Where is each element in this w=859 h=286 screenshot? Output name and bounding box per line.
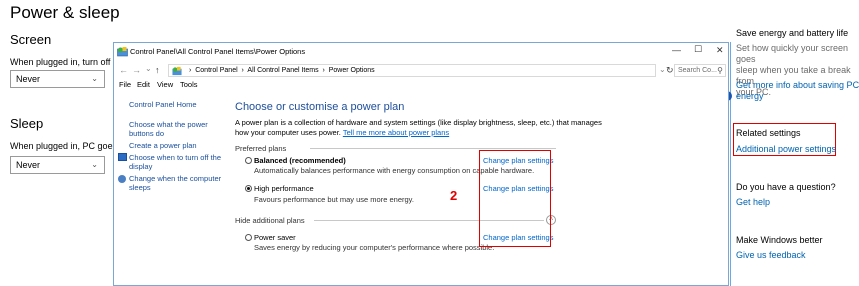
plan-name-power-saver: Power saver: [254, 233, 296, 242]
monitor-icon: [118, 153, 127, 161]
page-heading: Choose or customise a power plan: [235, 101, 405, 113]
more-info-link-line[interactable]: energy: [736, 91, 859, 102]
sidebar-item-home[interactable]: Control Panel Home: [129, 100, 197, 109]
minimize-icon[interactable]: —: [672, 45, 681, 55]
address-row: ← → ⌄ ↑ › Control Panel › All Control Pa…: [114, 62, 728, 79]
change-plan-highlight: [479, 150, 551, 247]
question-heading: Do you have a question?: [736, 182, 836, 192]
sidebar-item-label: display: [129, 162, 153, 171]
radio-balanced[interactable]: [245, 157, 252, 164]
up-arrow-icon[interactable]: ↑: [155, 65, 160, 75]
sleep-heading: Sleep: [10, 116, 44, 131]
sidebar-item-sleep[interactable]: Change when the computer sleeps: [129, 174, 221, 192]
radio-high-performance[interactable]: [245, 185, 252, 192]
sidebar-item-create-plan[interactable]: Create a power plan: [129, 141, 197, 150]
sleep-dropdown[interactable]: Never ⌄: [10, 156, 105, 174]
annotation-label-2: 2: [450, 188, 458, 203]
description-line: A power plan is a collection of hardware…: [235, 118, 602, 127]
screen-dropdown-value: Never: [16, 74, 41, 84]
breadcrumb-item[interactable]: Power Options: [329, 67, 375, 74]
preferred-plans-label: Preferred plans: [235, 144, 287, 153]
more-info-link[interactable]: Get more info about saving PC energy: [736, 80, 859, 102]
hide-additional-plans-label: Hide additional plans: [235, 216, 305, 225]
sidebar-item-label: buttons do: [129, 129, 165, 138]
page-title: Power & sleep: [10, 3, 120, 22]
get-help-link[interactable]: Get help: [736, 197, 770, 207]
control-panel-icon: [172, 66, 182, 76]
sidebar-item-label: sleeps: [129, 183, 151, 192]
breadcrumb-item[interactable]: All Control Panel Items: [247, 67, 318, 74]
divider: [310, 148, 556, 149]
chevron-down-icon: ⌄: [91, 74, 98, 83]
breadcrumb-separator: ›: [189, 67, 194, 74]
control-panel-icon: [117, 47, 128, 57]
give-feedback-link[interactable]: Give us feedback: [736, 250, 806, 260]
radio-power-saver[interactable]: [245, 234, 252, 241]
search-input[interactable]: Search Co... ⚲: [674, 64, 726, 77]
plan-desc-high-performance: Favours performance but may use more ene…: [254, 195, 414, 204]
search-placeholder: Search Co...: [678, 67, 717, 74]
sidebar-item-power-buttons[interactable]: Choose what the power buttons do: [129, 120, 208, 138]
sleep-label: When plugged in, PC goes t: [10, 141, 123, 151]
plan-desc-power-saver: Saves energy by reducing your computer's…: [254, 243, 495, 252]
menu-view[interactable]: View: [157, 80, 173, 89]
window-title: Control Panel\All Control Panel Items\Po…: [130, 47, 306, 56]
tell-me-more-link[interactable]: Tell me more about power plans: [343, 128, 449, 137]
moon-icon: [118, 175, 126, 183]
breadcrumb-separator: ›: [320, 67, 327, 74]
plan-description: A power plan is a collection of hardware…: [235, 118, 602, 137]
sidebar-item-label: Change when the computer: [129, 174, 222, 183]
screen-label: When plugged in, turn off a: [10, 57, 118, 67]
back-arrow-icon[interactable]: ←: [119, 65, 128, 75]
forward-arrow-icon[interactable]: →: [132, 65, 141, 75]
window-titlebar: Control Panel\All Control Panel Items\Po…: [114, 43, 728, 61]
menu-edit[interactable]: Edit: [137, 80, 150, 89]
more-info-link-line[interactable]: Get more info about saving PC: [736, 80, 859, 91]
menu-file[interactable]: File: [119, 80, 131, 89]
address-bar[interactable]: › Control Panel › All Control Panel Item…: [168, 64, 656, 77]
refresh-icon[interactable]: ↻: [666, 65, 674, 76]
additional-power-settings-link[interactable]: Additional power settings: [736, 144, 836, 154]
close-icon[interactable]: ✕: [716, 45, 724, 56]
right-panel-divider: [730, 42, 731, 286]
save-energy-line: Set how quickly your screen goes: [736, 43, 849, 64]
sleep-dropdown-value: Never: [16, 160, 41, 170]
plan-name-balanced: Balanced (recommended): [254, 156, 346, 165]
feedback-heading: Make Windows better: [736, 235, 823, 245]
screen-heading: Screen: [10, 32, 52, 47]
related-settings-heading: Related settings: [736, 128, 801, 138]
recent-chevron-icon[interactable]: ⌄: [145, 64, 152, 73]
breadcrumb-item[interactable]: Control Panel: [195, 67, 237, 74]
breadcrumb-separator: ›: [239, 67, 246, 74]
menu-tools[interactable]: Tools: [180, 80, 198, 89]
address-dropdown-icon[interactable]: ⌄: [659, 65, 666, 74]
maximize-icon[interactable]: ☐: [694, 44, 702, 55]
sidebar-item-display-off[interactable]: Choose when to turn off the display: [129, 153, 221, 171]
sidebar-item-label: Choose when to turn off the: [129, 153, 222, 162]
screen-dropdown[interactable]: Never ⌄: [10, 70, 105, 88]
plan-name-high-performance: High performance: [254, 184, 314, 193]
power-options-window: Control Panel\All Control Panel Items\Po…: [113, 42, 729, 286]
save-energy-heading: Save energy and battery life: [736, 28, 849, 38]
sidebar-item-label: Choose what the power: [129, 120, 208, 129]
description-line: how your computer uses power.: [235, 127, 341, 137]
chevron-down-icon: ⌄: [91, 160, 98, 169]
search-icon: ⚲: [717, 66, 723, 75]
